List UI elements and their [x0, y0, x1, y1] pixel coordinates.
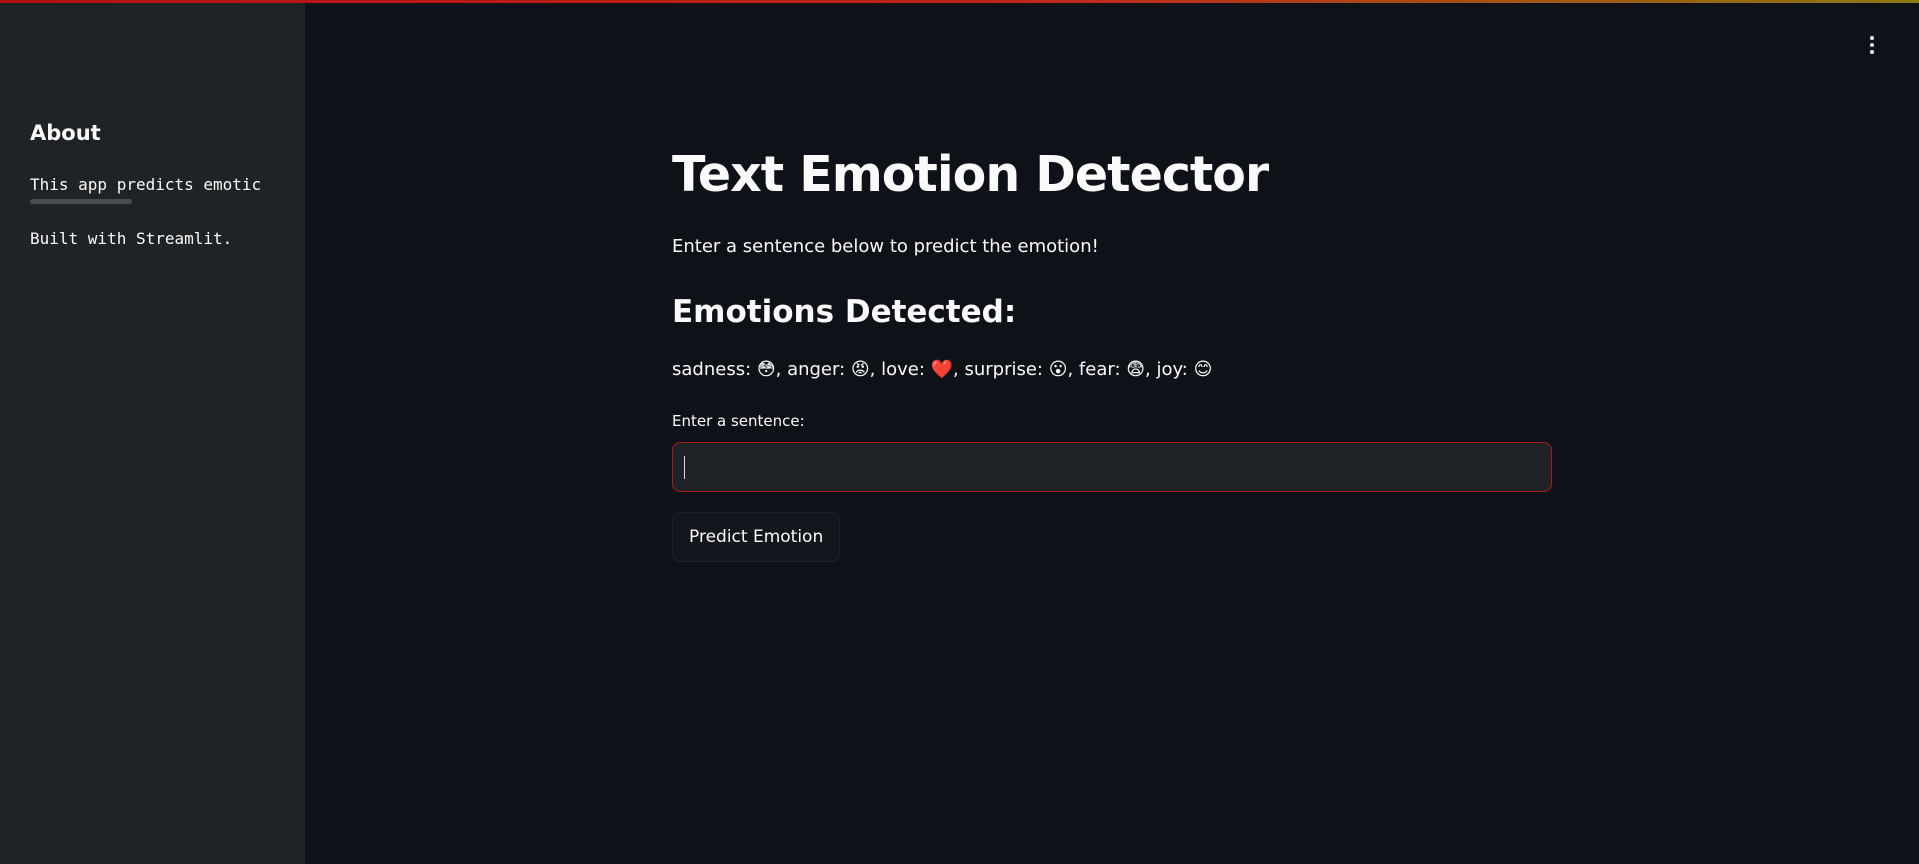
sidebar-built-with: Built with Streamlit. — [30, 229, 233, 248]
page-subtitle: Enter a sentence below to predict the em… — [672, 236, 1099, 257]
predict-emotion-button[interactable]: Predict Emotion — [672, 512, 841, 562]
code-horizontal-scrollbar[interactable] — [30, 199, 132, 204]
sentence-input[interactable] — [673, 443, 1551, 491]
sentence-input-container[interactable] — [672, 442, 1552, 492]
sidebar: About This app predicts emotic Built wit… — [0, 3, 305, 864]
text-caret — [684, 456, 685, 479]
vertical-dots-icon — [1870, 36, 1874, 40]
emotions-list: sadness: 😳, anger: 😡, love: ❤️, surprise… — [672, 359, 1213, 380]
main-menu-button[interactable] — [1860, 30, 1884, 60]
emotions-heading: Emotions Detected: — [672, 294, 1017, 330]
sidebar-heading: About — [30, 121, 101, 145]
sentence-input-label: Enter a sentence: — [672, 412, 805, 430]
page-title: Text Emotion Detector — [672, 146, 1269, 203]
sidebar-description: This app predicts emotic — [30, 175, 262, 194]
